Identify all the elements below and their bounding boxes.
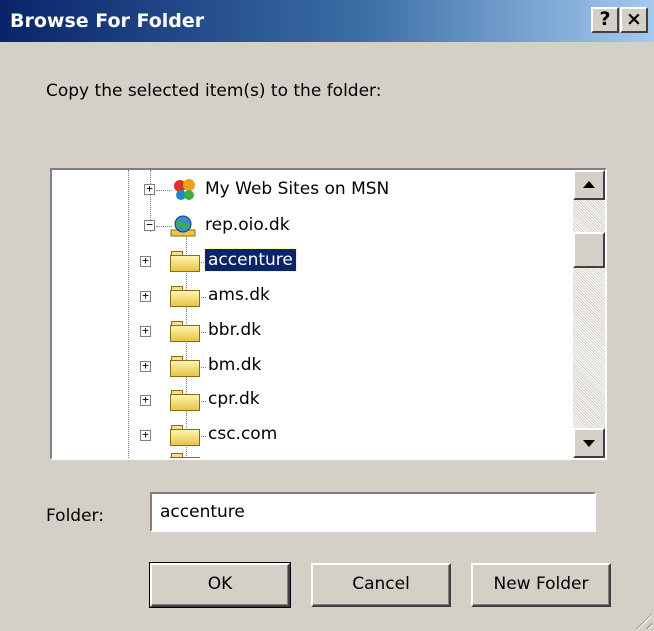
vertical-scrollbar[interactable] — [573, 170, 605, 458]
tree-node-label-selected: accenture — [204, 248, 297, 272]
tree-content: + My Web Sites on MSN − rep.oio.dk + acc… — [52, 170, 573, 458]
ok-button[interactable]: OK — [149, 562, 291, 608]
tree-node-label: bm.dk — [208, 355, 262, 375]
folder-icon — [170, 320, 200, 342]
folder-icon — [170, 452, 200, 458]
expand-plus-icon[interactable]: + — [144, 183, 155, 195]
tree-node-ams-dk[interactable]: + ams.dk — [52, 282, 573, 312]
web-folder-globe-icon — [170, 215, 196, 237]
tree-node-label: My Web Sites on MSN — [205, 179, 390, 199]
folder-icon — [170, 389, 200, 411]
expand-plus-icon[interactable]: + — [140, 360, 151, 372]
title-bar[interactable]: Browse For Folder ? × — [0, 0, 654, 42]
folder-tree-view[interactable]: + My Web Sites on MSN − rep.oio.dk + acc… — [50, 168, 607, 460]
folder-icon — [170, 355, 200, 377]
collapse-minus-icon[interactable]: − — [144, 219, 155, 231]
help-button[interactable]: ? — [591, 7, 619, 33]
folder-icon — [170, 250, 200, 272]
tree-node-cpr-dk[interactable]: + cpr.dk — [52, 386, 573, 416]
folder-name-input[interactable] — [150, 492, 596, 532]
expand-plus-icon[interactable]: + — [140, 255, 151, 267]
expand-plus-icon[interactable]: + — [140, 429, 151, 441]
expand-plus-icon[interactable]: + — [140, 394, 151, 406]
tree-node-bbr-dk[interactable]: + bbr.dk — [52, 317, 573, 347]
folder-icon — [170, 424, 200, 446]
arrow-up-icon — [583, 181, 595, 188]
folder-label: Folder: — [46, 506, 104, 526]
browse-for-folder-dialog: Browse For Folder ? × Copy the selected … — [0, 0, 654, 631]
new-folder-button[interactable]: New Folder — [471, 563, 611, 607]
tree-node-label: bbr.dk — [208, 320, 262, 340]
folder-icon — [170, 285, 200, 307]
tree-node-csc-com[interactable]: + csc.com — [52, 421, 573, 451]
tree-node-rep-oio-dk[interactable]: − rep.oio.dk — [52, 212, 573, 242]
resize-grip[interactable] — [632, 609, 652, 629]
tree-node-label: ams.dk — [208, 285, 270, 305]
tree-node-label: rep.oio.dk — [205, 215, 290, 235]
expand-plus-icon[interactable]: + — [140, 325, 151, 337]
expand-plus-icon[interactable]: + — [140, 290, 151, 302]
tree-node-label: csc.com — [208, 424, 278, 444]
scroll-thumb[interactable] — [573, 232, 605, 268]
scroll-down-button[interactable] — [573, 428, 605, 458]
arrow-down-icon — [583, 440, 595, 447]
window-title: Browse For Folder — [10, 10, 205, 32]
cancel-button[interactable]: Cancel — [311, 563, 451, 607]
tree-node-accenture[interactable]: + accenture — [52, 247, 573, 277]
tree-node-label: cpr.dk — [208, 389, 260, 409]
scroll-up-button[interactable] — [573, 170, 605, 200]
close-button[interactable]: × — [620, 7, 648, 33]
tree-node-bm-dk[interactable]: + bm.dk — [52, 352, 573, 382]
msn-butterfly-icon — [174, 179, 195, 200]
instruction-text: Copy the selected item(s) to the folder: — [46, 81, 382, 101]
tree-node-my-web-sites-on-msn[interactable]: + My Web Sites on MSN — [52, 176, 573, 206]
